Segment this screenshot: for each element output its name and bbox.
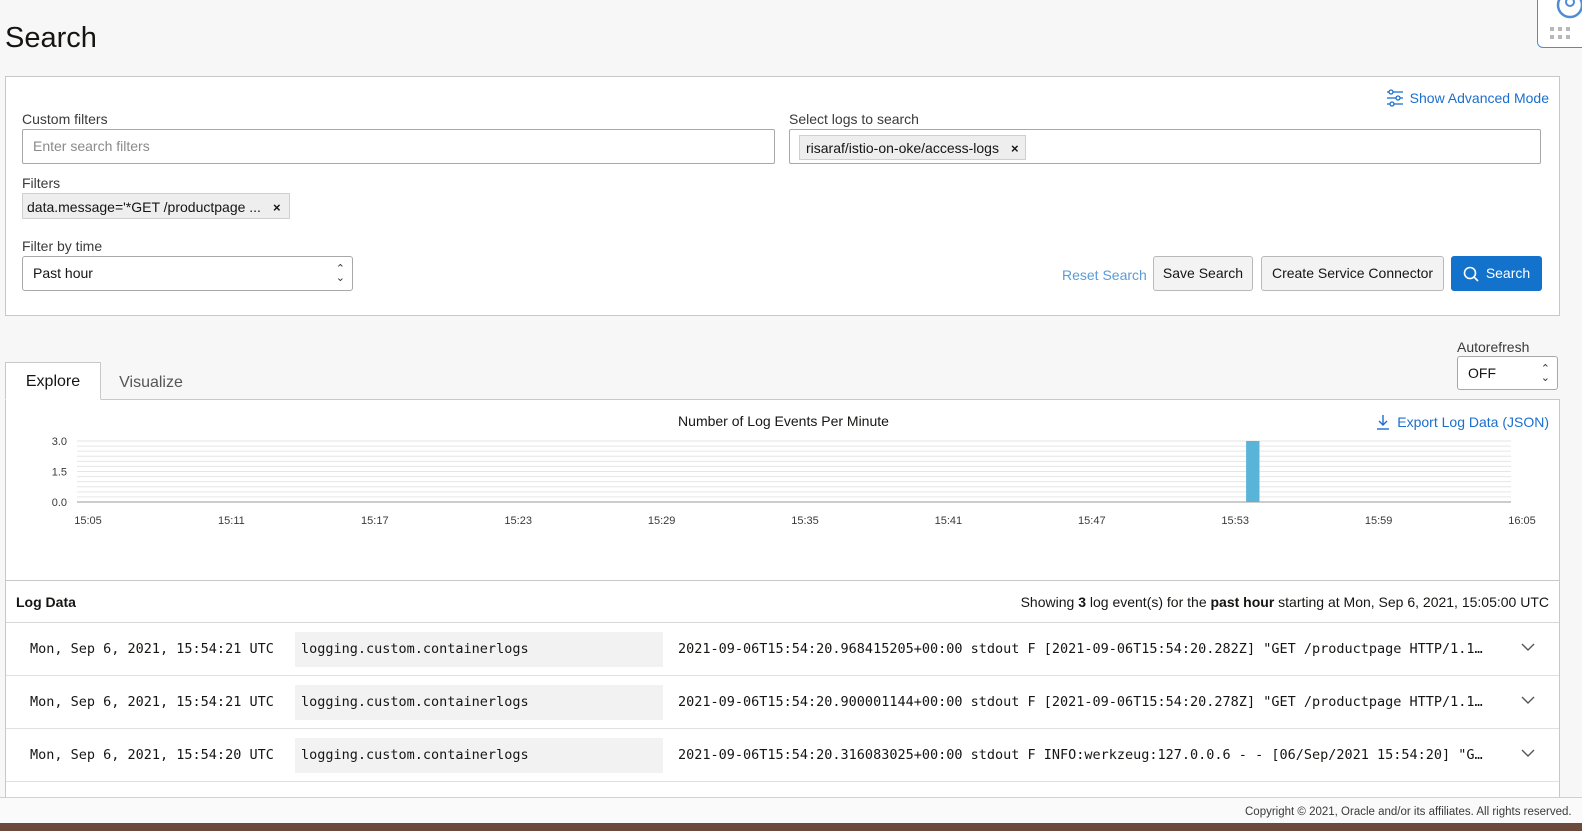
autorefresh-value: OFF [1468,365,1496,381]
filters-label: Filters [22,175,61,191]
summary-range: past hour [1210,594,1275,610]
remove-log-chip-icon[interactable]: × [1011,141,1019,156]
chart-x-tick-label: 15:35 [791,515,819,527]
download-icon [1377,415,1390,430]
summary-suffix: starting at Mon, Sep 6, 2021, 15:05:00 U… [1278,594,1549,610]
log-source: logging.custom.containerlogs [295,632,663,667]
log-selection-chip: risaraf/istio-on-oke/access-logs × [799,134,1026,160]
chart-x-tick-label: 16:05 [1508,515,1536,527]
user-menu-widget[interactable] [1537,0,1582,48]
log-timestamp: Mon, Sep 6, 2021, 15:54:21 UTC [30,641,274,657]
page-title: Search [5,22,97,54]
chart-x-tick-label: 15:05 [74,515,102,527]
log-source: logging.custom.containerlogs [295,738,663,773]
filters-chip-container: data.message='*GET /productpage ... × [22,193,290,219]
custom-filters-input[interactable] [33,138,764,154]
log-row[interactable]: Mon, Sep 6, 2021, 15:54:21 UTC logging.c… [6,676,1559,729]
chart-y-tick-label: 3.0 [52,436,67,448]
log-data-summary: Showing 3 log event(s) for the past hour… [1021,594,1549,610]
filter-chip-label: data.message='*GET /productpage ... [27,199,261,215]
log-row[interactable]: Mon, Sep 6, 2021, 15:54:20 UTC logging.c… [6,729,1559,782]
summary-mid: log event(s) for the [1089,594,1207,610]
log-message: 2021-09-06T15:54:20.316083025+00:00 stdo… [678,747,1488,763]
autorefresh-select[interactable]: OFF ⌃ ⌄ [1457,356,1558,390]
search-icon [1463,266,1479,282]
log-source: logging.custom.containerlogs [295,685,663,720]
log-events-chart: 0.0 1.5 3.0 15:05 15:11 15:17 15:23 15:29 15:35 1… [52,436,1536,527]
chart-y-tick-label: 0.0 [52,497,67,509]
log-row[interactable]: Mon, Sep 6, 2021, 15:54:21 UTC logging.c… [6,623,1559,676]
filter-by-time-label: Filter by time [22,238,103,254]
log-message: 2021-09-06T15:54:20.968415205+00:00 stdo… [678,641,1488,657]
select-logs-label: Select logs to search [789,111,919,127]
chart-x-tick-label: 15:11 [218,515,245,527]
log-timestamp: Mon, Sep 6, 2021, 15:54:20 UTC [30,747,274,763]
chart-y-tick-label: 1.5 [52,467,67,479]
log-selection-chip-label: risaraf/istio-on-oke/access-logs [806,139,999,156]
summary-count: 3 [1078,594,1086,610]
tab-visualize[interactable]: Visualize [103,364,199,402]
filter-chip: data.message='*GET /productpage ... × [22,193,290,219]
chart-title: Number of Log Events Per Minute [678,413,889,429]
chart-x-tick-label: 15:41 [935,515,963,527]
chart-x-tick-label: 15:29 [648,515,676,527]
log-timestamp: Mon, Sep 6, 2021, 15:54:21 UTC [30,694,274,710]
chart-x-tick-label: 15:47 [1078,515,1106,527]
user-avatar-icon [1550,0,1582,39]
log-data-title: Log Data [16,594,76,610]
filter-by-time-select[interactable]: Past hour ⌃ ⌄ [22,256,353,291]
search-button[interactable]: Search [1451,256,1542,291]
export-log-data-link[interactable]: Export Log Data (JSON) [1375,414,1549,430]
custom-filters-field[interactable] [22,129,775,164]
create-service-connector-button[interactable]: Create Service Connector [1261,256,1444,291]
filter-by-time-value: Past hour [33,265,93,281]
export-log-data-label: Export Log Data (JSON) [1397,414,1549,430]
sliders-icon [1386,89,1403,107]
show-advanced-mode-label: Show Advanced Mode [1409,90,1549,106]
copyright-text: Copyright © 2021, Oracle and/or its affi… [1245,806,1572,818]
select-logs-field[interactable]: risaraf/istio-on-oke/access-logs × [789,129,1541,164]
reset-search-button[interactable]: Reset Search [1062,267,1147,283]
log-data-header: Log Data Showing 3 log event(s) for the … [6,580,1559,623]
explore-panel: Number of Log Events Per Minute Export L… [5,399,1560,831]
custom-filters-label: Custom filters [22,111,108,127]
autorefresh-label: Autorefresh [1457,339,1530,355]
footer-bar [0,823,1582,831]
chevron-down-icon[interactable] [1521,642,1535,652]
summary-prefix: Showing [1020,594,1075,610]
chart-x-tick-label: 15:17 [361,515,389,527]
chart-x-tick-label: 15:23 [504,515,532,527]
chart-x-tick-label: 15:53 [1221,515,1249,527]
chevron-down-icon[interactable] [1521,748,1535,758]
chevron-down-icon[interactable] [1521,695,1535,705]
save-search-button[interactable]: Save Search [1153,256,1253,291]
select-caret-icon: ⌃ ⌄ [1540,363,1550,384]
tab-explore[interactable]: Explore [5,362,101,400]
show-advanced-mode-link[interactable]: Show Advanced Mode [1386,89,1549,107]
remove-filter-chip-icon[interactable]: × [273,200,281,215]
log-message: 2021-09-06T15:54:20.900001144+00:00 stdo… [678,694,1488,710]
search-panel: Show Advanced Mode Custom filters Select… [5,76,1560,316]
search-button-label: Search [1485,265,1531,281]
chart-x-tick-label: 15:59 [1365,515,1393,527]
select-caret-icon: ⌃ ⌄ [335,263,345,284]
chart-bar [1246,441,1260,502]
